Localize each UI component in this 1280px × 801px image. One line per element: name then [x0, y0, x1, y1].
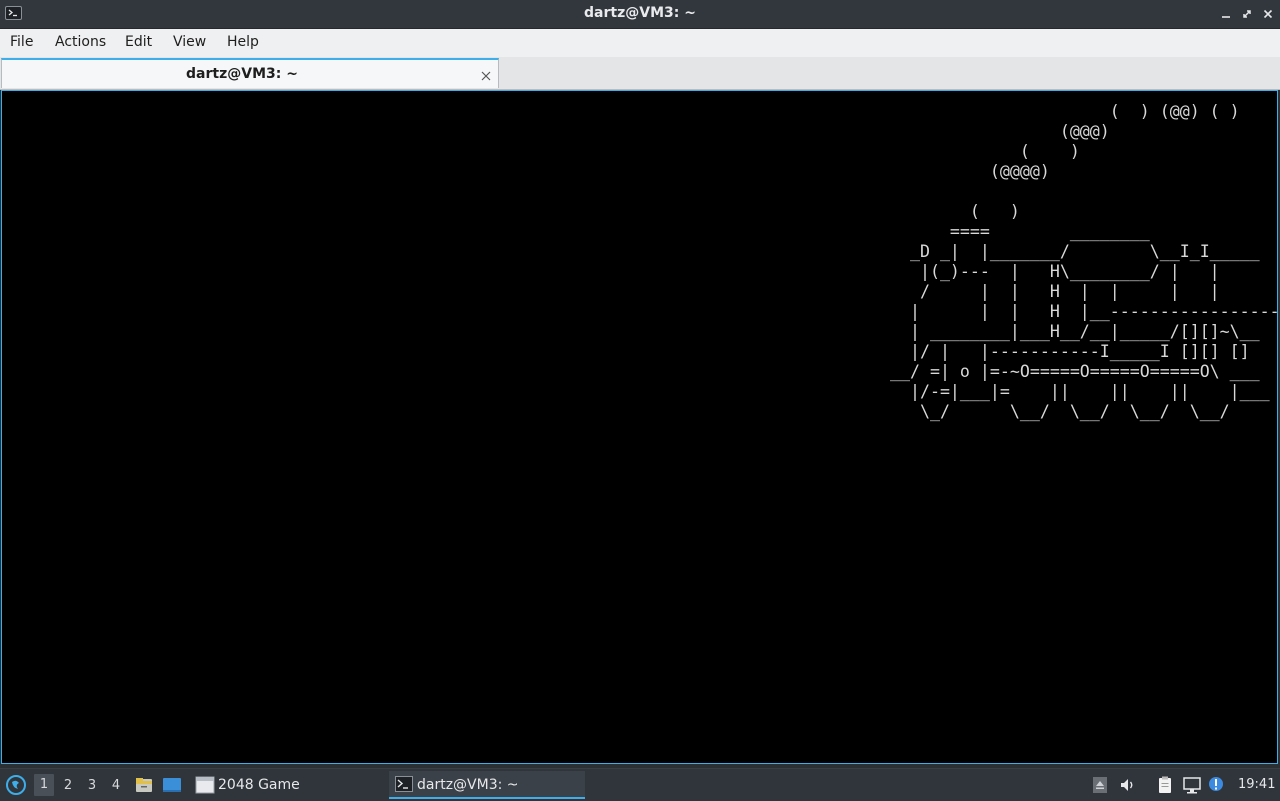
terminal-line: ( ): [880, 142, 1080, 161]
file-manager-icon[interactable]: [134, 775, 154, 795]
window-title: dartz@VM3: ~: [584, 5, 696, 21]
task-2048-game[interactable]: 2048 Game: [190, 771, 380, 799]
window-icon: [195, 776, 215, 798]
menu-view[interactable]: View: [173, 34, 206, 50]
eject-icon[interactable]: [1090, 775, 1110, 795]
notification-icon[interactable]: [1207, 775, 1227, 795]
start-menu-icon[interactable]: [5, 774, 27, 796]
terminal-line: |/-=|___|= || || || |___: [880, 382, 1270, 401]
workspace-3[interactable]: 3: [82, 778, 102, 793]
show-desktop-icon[interactable]: [162, 775, 182, 795]
terminal-line: | | | H |__-----------------: [880, 302, 1280, 321]
terminal-line: ( ) (@@) ( ): [880, 102, 1240, 121]
terminal-line: __/ =| o |=-~O=====O=====O=====O\ ___: [880, 362, 1260, 381]
menu-actions[interactable]: Actions: [55, 34, 106, 50]
workspace-1[interactable]: 1: [34, 774, 54, 796]
terminal-line: / | | H | | | |: [880, 282, 1220, 301]
terminal-line: | ________|___H__/__|_____/[][]~\__: [880, 322, 1260, 341]
task-label: 2048 Game: [218, 777, 300, 793]
menu-file[interactable]: File: [10, 34, 33, 50]
terminal-line: _D _| |_______/ \__I_I_____: [880, 242, 1260, 261]
terminal-line: |(_)--- | H\________/ | |: [880, 262, 1220, 281]
task-terminal[interactable]: dartz@VM3: ~: [389, 771, 585, 799]
menu-bar: File Actions Edit View Help: [0, 29, 1280, 57]
task-label: dartz@VM3: ~: [417, 777, 519, 793]
workspace-4[interactable]: 4: [106, 778, 126, 793]
terminal-line: (@@@@): [880, 162, 1050, 181]
terminal-output: ( ) (@@) ( ) (@@@) ( ) (@@@@) ( ) ==== _…: [880, 102, 1280, 422]
terminal-line: (@@@): [880, 122, 1110, 141]
terminal-line: ( ): [880, 202, 1020, 221]
tab-terminal[interactable]: dartz@VM3: ~: [1, 58, 499, 88]
close-button[interactable]: [1260, 6, 1276, 22]
minimize-button[interactable]: [1218, 6, 1234, 22]
maximize-button[interactable]: [1239, 6, 1255, 22]
volume-icon[interactable]: [1118, 775, 1138, 795]
terminal-icon: [395, 776, 413, 796]
terminal-line: \_/ \__/ \__/ \__/ \__/: [880, 402, 1230, 421]
taskbar: 1 2 3 4 2048 Game dartz@VM3: ~ 19:41: [0, 768, 1280, 801]
menu-edit[interactable]: Edit: [125, 34, 152, 50]
tab-label: dartz@VM3: ~: [186, 66, 298, 82]
clock: 19:41: [1238, 777, 1276, 792]
clipboard-icon[interactable]: [1155, 775, 1175, 795]
tab-bar: dartz@VM3: ~: [0, 57, 1280, 90]
terminal-line: |/ | |-----------I_____I [][] []: [880, 342, 1250, 361]
network-icon[interactable]: [1182, 775, 1202, 795]
window-titlebar[interactable]: dartz@VM3: ~: [0, 0, 1280, 29]
workspace-2[interactable]: 2: [58, 778, 78, 793]
menu-help[interactable]: Help: [227, 34, 259, 50]
terminal-line: ==== ________: [880, 222, 1150, 241]
close-tab-icon[interactable]: [480, 67, 492, 81]
